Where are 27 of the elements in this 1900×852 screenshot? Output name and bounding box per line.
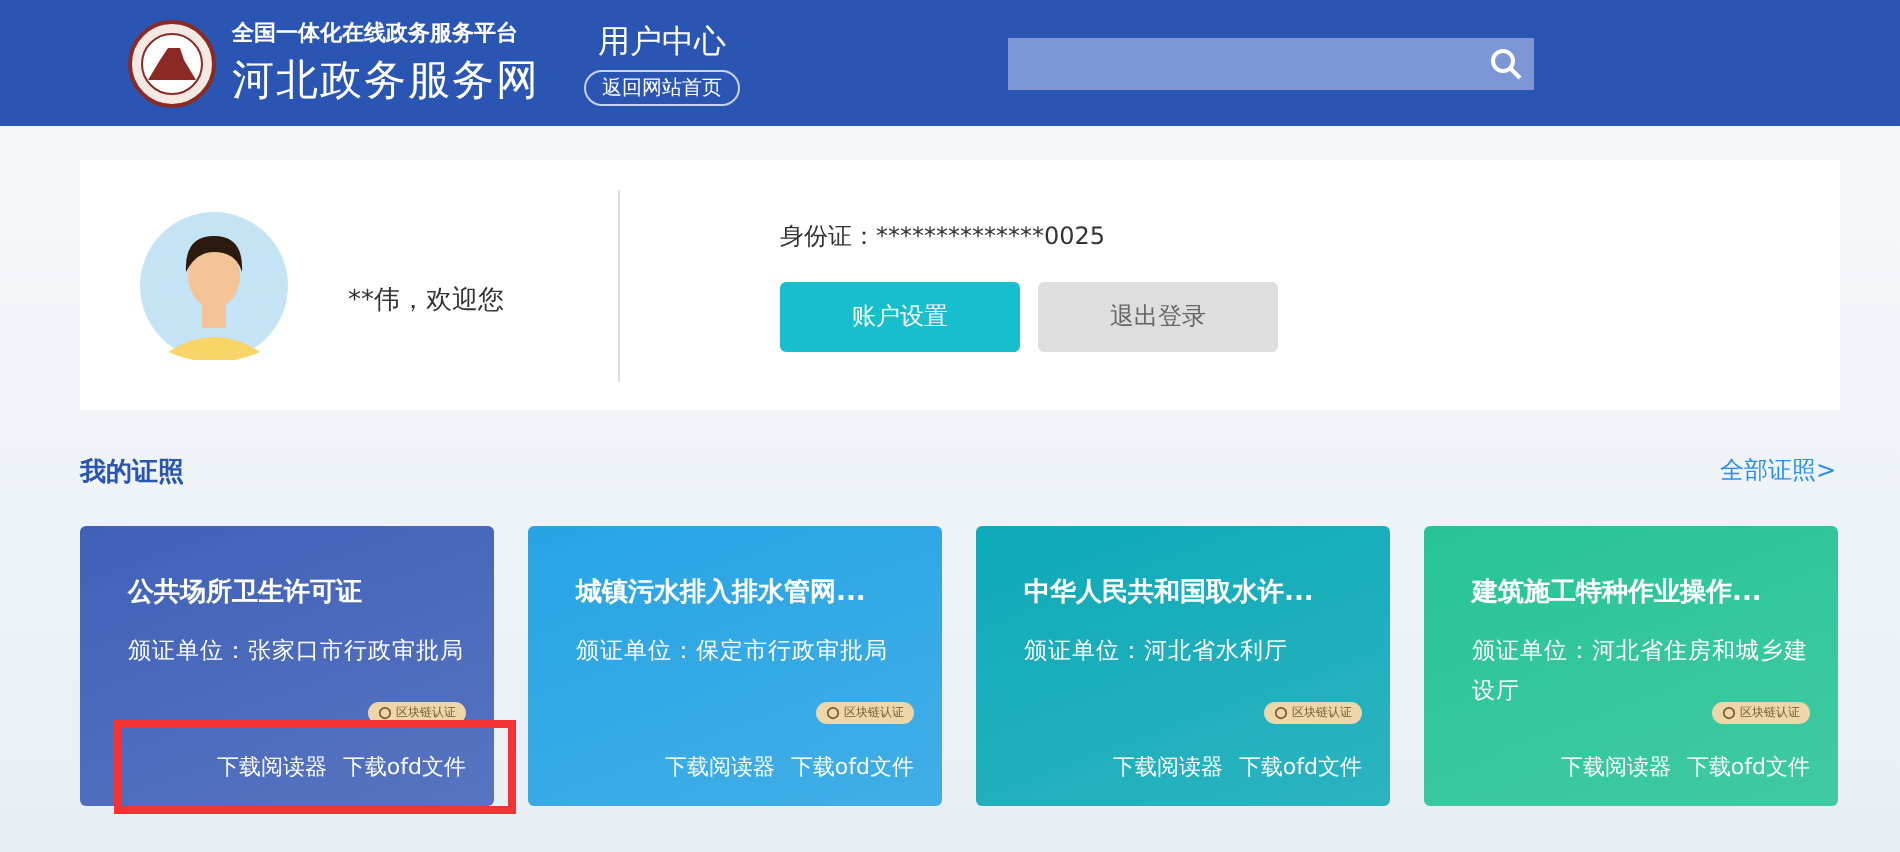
download-link[interactable]: 下载ofd文件 [790, 752, 914, 782]
all-licenses-link[interactable]: 全部证照> [1719, 454, 1836, 490]
section-title: 用户中心 [598, 21, 726, 63]
search-field[interactable] [1008, 37, 1534, 89]
logout-button[interactable]: 退出登录 [1038, 281, 1278, 351]
platform-tagline: 全国一体化在线政务服务平台 [232, 18, 520, 48]
license-title: 建筑施工特种作业操作... [1472, 576, 1764, 610]
license-title: 中华人民共和国取水许... [1024, 576, 1316, 610]
license-title: 公共场所卫生许可证 [128, 576, 364, 610]
issuer-text: 颁证单位：河北省水利厅 [1024, 634, 1290, 668]
download-link[interactable]: 下载阅读器 [1112, 752, 1223, 782]
download-link[interactable]: 下载ofd文件 [1238, 752, 1362, 782]
welcome-text: **伟，欢迎您 [348, 283, 506, 317]
id-number-text: 身份证：**************0025 [780, 219, 1108, 253]
section-heading: 我的证照 [80, 456, 184, 490]
site-name: 河北政务服务网 [232, 54, 540, 108]
account-settings-button[interactable]: 账户设置 [780, 281, 1020, 351]
download-link[interactable]: 下载ofd文件 [342, 752, 466, 782]
issuer-text: 颁证单位：河北省住房和城乡建设厅 [1472, 634, 1810, 706]
issuer-text: 颁证单位：保定市行政审批局 [576, 634, 890, 668]
license-title: 城镇污水排入排水管网... [576, 575, 868, 610]
home-link[interactable]: 返回网站首页 [584, 69, 740, 105]
search-icon[interactable] [1490, 47, 1522, 79]
issuer-text: 颁证单位：张家口市行政审批局 [128, 634, 466, 668]
download-link[interactable]: 下载阅读器 [216, 752, 327, 782]
emblem-logo [128, 19, 216, 107]
download-link[interactable]: 下载阅读器 [664, 752, 775, 782]
